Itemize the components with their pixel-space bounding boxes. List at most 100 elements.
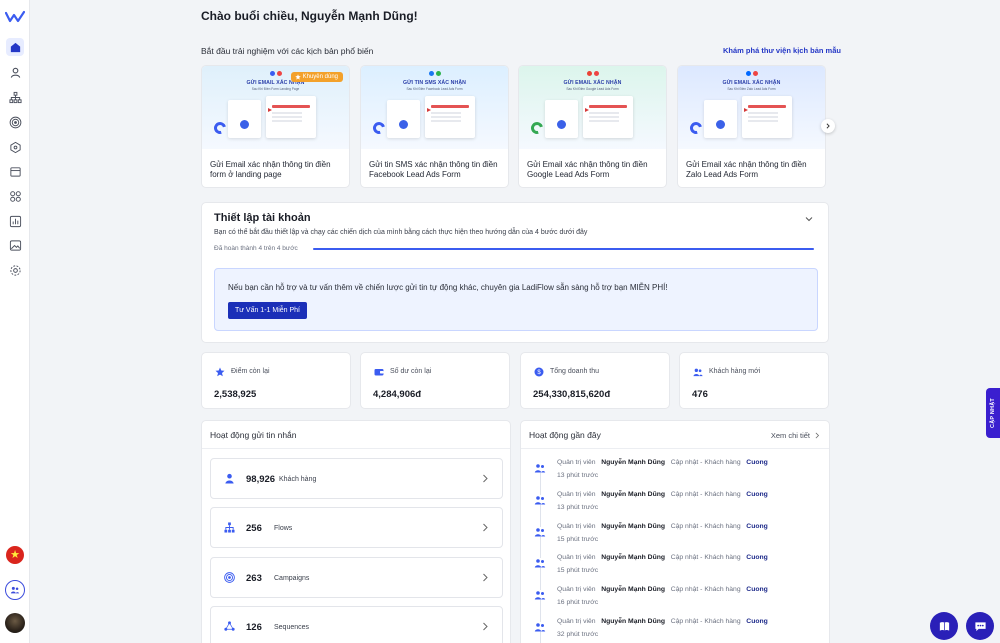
template-card[interactable]: GỬI TIN SMS XÁC NHẬN Sau Khi Điền Facebo… [360,65,509,188]
star-icon [294,74,301,80]
activity-text: Quản trị viên Nguyễn Mạnh Dũng Cập nhật … [557,554,768,561]
carousel-next-button[interactable] [821,119,835,133]
channel-logos [519,71,666,77]
sequence-icon [224,621,235,631]
flow-icon [8,91,22,103]
mockup-left [704,100,737,138]
setup-progress-label: Đã hoàn thành 4 trên 4 bước [214,245,298,252]
stat-card-balance: Số dư còn lại 4,284,906đ [360,352,510,409]
store-icon [9,166,21,177]
broadcast-icon [224,572,235,583]
sidebar-item-flows[interactable] [6,88,24,106]
decorative-swirl [528,119,546,137]
arrow-icon [427,108,431,112]
users-icon [10,586,20,594]
sidebar-item-home[interactable] [6,38,24,56]
book-icon [939,621,949,631]
thumbnail-subtitle: Sau Khi Điền Google Lead Ads Form [566,87,619,91]
wallet-icon [374,369,384,376]
flow-icon [224,522,235,533]
templates-section-title: Bắt đầu trải nghiệm với các kịch bản phổ… [201,46,374,56]
activity-item: Quản trị viên Nguyễn Mạnh Dũng Cập nhật … [521,523,829,553]
home-icon [10,42,20,52]
stat-label: Tổng doanh thu [550,368,600,375]
activity-time: 13 phút trước [557,472,599,479]
activity-time: 16 phút trước [557,599,599,606]
stat-label: Số dư còn lại [390,368,432,375]
row-label: Sequences [274,624,310,631]
template-name: Gửi Email xác nhận thông tin điền Zalo L… [686,160,807,179]
avatar[interactable] [5,613,25,633]
thumbnail-title: GỬI TIN SMS XÁC NHẬN [402,80,467,86]
template-name: Gửi tin SMS xác nhận thông tin điền Face… [369,160,498,179]
activity-text: Quản trị viên Nguyễn Mạnh Dũng Cập nhật … [557,523,768,530]
vietnam-flag-icon[interactable]: ★ [6,546,24,564]
row-count: 256 [246,523,262,534]
chat-button[interactable] [966,612,994,640]
stat-value: 2,538,925 [214,389,257,400]
decorative-swirl [687,119,705,137]
template-library-link[interactable]: Khám phá thư viện kịch bản mẫu [723,46,841,55]
activity-text: Quản trị viên Nguyễn Mạnh Dũng Cập nhật … [557,586,768,593]
recommended-badge: Khuyên dùng [290,72,343,82]
user-icon [10,67,20,78]
mockup-right [742,96,792,138]
recent-activity-panel: Hoạt động gần đây Xem chi tiết Quản trị … [520,420,830,643]
activity-time: 15 phút trước [557,567,599,574]
sidebar: ★ [0,0,30,643]
activity-text: Quản trị viên Nguyễn Mạnh Dũng Cập nhật … [557,491,768,498]
sidebar-item-campaigns[interactable] [6,113,24,131]
row-count: 126 [246,622,262,633]
help-center-button[interactable] [930,612,958,640]
sidebar-item-settings[interactable] [6,261,24,279]
users-icon [693,368,703,377]
ladiflow-logo[interactable] [5,10,25,24]
campaigns-row[interactable]: 263 Campaigns [210,557,503,598]
users-icon [534,622,546,632]
user-icon [225,473,234,484]
free-consult-button[interactable]: Tư Vấn 1-1 Miễn Phí [228,302,307,319]
activity-time: 15 phút trước [557,536,599,543]
timeline-line [540,463,541,643]
sidebar-item-store[interactable] [6,162,24,180]
team-button[interactable] [5,580,25,600]
activity-text: Quản trị viên Nguyễn Mạnh Dũng Cập nhật … [557,459,768,466]
activity-item: Quản trị viên Nguyễn Mạnh Dũng Cập nhật … [521,554,829,584]
arrow-icon [585,108,589,112]
sidebar-item-sequences[interactable] [6,138,24,156]
decorative-swirl [211,119,229,137]
thumbnail-subtitle: Sau Khi Điền Form Landing Page [251,87,300,91]
template-card[interactable]: GỬI EMAIL XÁC NHẬN Sau Khi Điền Zalo Lea… [677,65,826,188]
chart-icon [9,215,21,227]
mockup-left [545,100,578,138]
mockup-left [387,100,420,138]
chevron-right-icon [815,432,820,439]
updates-tab[interactable]: CẬP NHẬT [986,388,1000,438]
activity-item: Quản trị viên Nguyễn Mạnh Dũng Cập nhật … [521,618,829,643]
template-card[interactable]: GỬI EMAIL XÁC NHẬN Sau Khi Điền Form Lan… [201,65,350,188]
setup-title: Thiết lập tài khoản [214,212,311,224]
sidebar-item-apps[interactable] [6,187,24,205]
sidebar-item-reports[interactable] [6,212,24,230]
activity-time: 32 phút trước [557,631,599,638]
updates-tab-label: CẬP NHẬT [990,398,996,428]
stat-card-new-customers: Khách hàng mới 476 [679,352,829,409]
chevron-right-icon [483,622,488,631]
mockup-right [425,96,475,138]
chevron-down-icon[interactable] [805,215,813,223]
chevron-right-icon [483,474,488,483]
sidebar-item-media[interactable] [6,236,24,254]
arrow-icon [268,108,272,112]
users-icon [534,558,546,568]
template-thumbnail: GỬI EMAIL XÁC NHẬN Sau Khi Điền Google L… [519,66,666,149]
customers-row[interactable]: 98,926 Khách hàng [210,458,503,499]
sidebar-item-contacts[interactable] [6,63,24,81]
sequences-row[interactable]: 126 Sequences [210,606,503,643]
see-detail-link[interactable]: Xem chi tiết [771,431,820,440]
flows-row[interactable]: 256 Flows [210,507,503,548]
panel-title: Hoạt động gần đây [529,430,601,440]
page-greeting: Chào buổi chiều, Nguyễn Mạnh Dũng! [201,9,418,23]
template-card[interactable]: GỬI EMAIL XÁC NHẬN Sau Khi Điền Google L… [518,65,667,188]
chevron-right-icon [483,573,488,582]
stat-value: 476 [692,389,708,400]
